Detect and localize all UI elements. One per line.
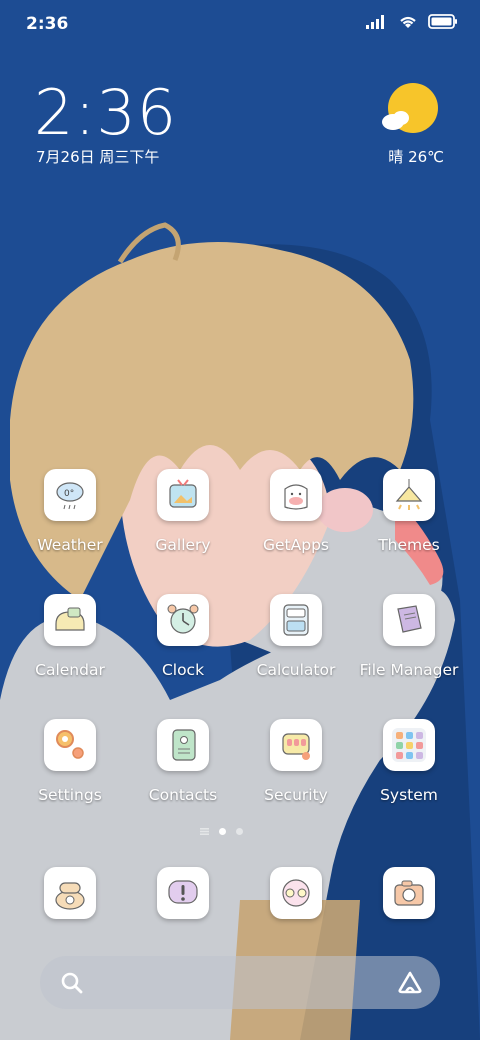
weather-widget[interactable]: [374, 82, 444, 142]
app-security[interactable]: Security: [241, 719, 351, 804]
dock-browser[interactable]: [270, 867, 322, 919]
app-weather[interactable]: 0° Weather: [15, 469, 125, 554]
app-tile[interactable]: [157, 719, 209, 771]
app-tile[interactable]: [44, 594, 96, 646]
weather-text: 晴 26℃: [388, 148, 444, 166]
folder-book-icon: [397, 605, 422, 633]
app-label: Calendar: [35, 661, 105, 679]
gallery-tv-icon: [169, 479, 197, 508]
app-tile[interactable]: [44, 719, 96, 771]
signal-icon: [366, 14, 384, 29]
home-indicator-icon: [200, 828, 209, 835]
calculator-icon: [283, 604, 309, 636]
app-tile[interactable]: [157, 594, 209, 646]
dock-phone[interactable]: [44, 867, 96, 919]
app-label: Themes: [378, 536, 440, 554]
getapps-bag-icon: [284, 484, 308, 510]
battery-icon: [428, 14, 457, 29]
app-label: Weather: [37, 536, 103, 554]
app-tile[interactable]: [383, 719, 435, 771]
app-label: Gallery: [155, 536, 211, 554]
app-label: File Manager: [359, 661, 459, 679]
dock-camera[interactable]: [383, 867, 435, 919]
app-themes[interactable]: Themes: [354, 469, 464, 554]
app-contacts[interactable]: Contacts: [128, 719, 238, 804]
app-label: Contacts: [148, 786, 218, 804]
security-shield-icon: [282, 733, 310, 760]
alarm-clock-icon: [167, 604, 199, 634]
page-indicator: [200, 828, 243, 835]
settings-flower-icon: [56, 730, 84, 759]
themes-lamp-icon: [395, 479, 423, 510]
search-icon[interactable]: [60, 971, 84, 995]
app-tile[interactable]: 0°: [44, 469, 96, 521]
app-label: Clock: [161, 661, 205, 679]
contacts-book-icon: [172, 729, 196, 761]
svg-text:0°: 0°: [64, 489, 74, 499]
search-bar[interactable]: [40, 956, 440, 1009]
app-tile[interactable]: [157, 469, 209, 521]
app-tile[interactable]: [383, 469, 435, 521]
app-clock[interactable]: Clock: [128, 594, 238, 679]
dock-messages[interactable]: [157, 867, 209, 919]
app-calculator[interactable]: Calculator: [241, 594, 351, 679]
app-label: Security: [264, 786, 328, 804]
page-dot-active: [219, 828, 226, 835]
app-system[interactable]: System: [354, 719, 464, 804]
status-bar: 2:36: [0, 0, 480, 50]
app-tile[interactable]: [270, 469, 322, 521]
page-dot: [236, 828, 243, 835]
sun-cloud-icon: [382, 83, 438, 133]
weather-cloud-icon: 0°: [56, 482, 84, 510]
camera-icon: [394, 880, 424, 906]
app-label: System: [380, 786, 438, 804]
app-tile[interactable]: [270, 594, 322, 646]
app-getapps[interactable]: GetApps: [241, 469, 351, 554]
messages-icon: [168, 880, 198, 904]
calendar-toast-icon: [55, 607, 85, 631]
phone-icon: [55, 882, 85, 910]
app-label: GetApps: [263, 536, 329, 554]
app-label: Calculator: [256, 661, 336, 679]
assistant-icon[interactable]: [396, 970, 424, 994]
widget-date: 7月26日 周三下午: [36, 148, 160, 166]
app-settings[interactable]: Settings: [15, 719, 125, 804]
system-folder-icon: [392, 728, 426, 762]
app-tile[interactable]: [270, 719, 322, 771]
wifi-icon: [400, 16, 416, 28]
browser-icon: [282, 879, 310, 907]
status-time: 2:36: [26, 14, 69, 34]
app-file-manager[interactable]: File Manager: [354, 594, 464, 679]
app-gallery[interactable]: Gallery: [128, 469, 238, 554]
widget-clock[interactable]: 2:36: [34, 76, 177, 149]
app-calendar[interactable]: Calendar: [15, 594, 125, 679]
app-tile[interactable]: [383, 594, 435, 646]
app-label: Settings: [38, 786, 102, 804]
